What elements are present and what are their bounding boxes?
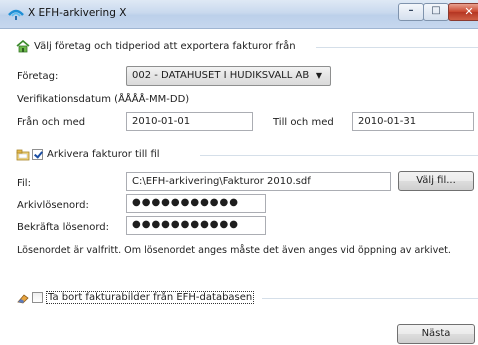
password-label: Arkivlösenord:: [17, 200, 89, 211]
file-label: Fil:: [17, 178, 31, 189]
company-select-value: 002 - DATAHUSET I HUDIKSVALL AB: [132, 70, 310, 81]
delete-images-checkbox-label[interactable]: Ta bort fakturabilder från EFH-databasen: [46, 291, 255, 304]
house-icon: [16, 40, 30, 53]
file-path-input[interactable]: C:\EFH-arkivering\Fakturor 2010.sdf: [126, 172, 391, 191]
confirm-password-input[interactable]: ●●●●●●●●●●●: [126, 216, 266, 235]
confirm-password-label: Bekräfta lösenord:: [17, 222, 109, 233]
eraser-icon: [17, 294, 29, 304]
export-section-title: Välj företag och tidperiod att exportera…: [34, 41, 296, 52]
choose-file-button[interactable]: Välj fil...: [398, 171, 474, 191]
minimize-button[interactable]: –: [398, 3, 424, 21]
to-date-input[interactable]: 2010-01-31: [352, 112, 474, 131]
date-format-label: Verifikationsdatum (ÅÅÅÅ-MM-DD): [17, 94, 190, 105]
close-button[interactable]: ✕: [448, 3, 478, 21]
delete-section-divider: [262, 298, 478, 299]
archive-checkbox-label[interactable]: Arkivera fakturor till fil: [47, 149, 160, 160]
title-bar[interactable]: X EFH-arkivering X – □ ✕: [0, 0, 478, 29]
maximize-button[interactable]: □: [423, 3, 449, 21]
window-title: X EFH-arkivering X: [28, 7, 127, 19]
maximize-icon: □: [431, 5, 441, 16]
archive-section-divider: [200, 155, 478, 156]
company-label: Företag:: [17, 71, 59, 82]
archive-icon: [16, 149, 30, 161]
archive-checkbox[interactable]: [32, 149, 43, 160]
next-button[interactable]: Nästa: [397, 324, 475, 344]
password-info-text: Lösenordet är valfritt. Om lösenordet an…: [17, 245, 451, 256]
from-date-input[interactable]: 2010-01-01: [126, 112, 253, 131]
from-date-label: Från och med: [17, 117, 86, 128]
to-date-label: Till och med: [273, 117, 334, 128]
password-input[interactable]: ●●●●●●●●●●●: [126, 194, 266, 213]
minimize-icon: –: [408, 5, 414, 16]
close-icon: ✕: [464, 5, 474, 18]
chevron-down-icon: ▼: [315, 71, 322, 80]
export-section-divider: [316, 47, 478, 48]
delete-images-checkbox[interactable]: [32, 292, 43, 303]
company-select[interactable]: 002 - DATAHUSET I HUDIKSVALL AB ▼: [126, 66, 331, 86]
app-icon: [8, 9, 24, 20]
